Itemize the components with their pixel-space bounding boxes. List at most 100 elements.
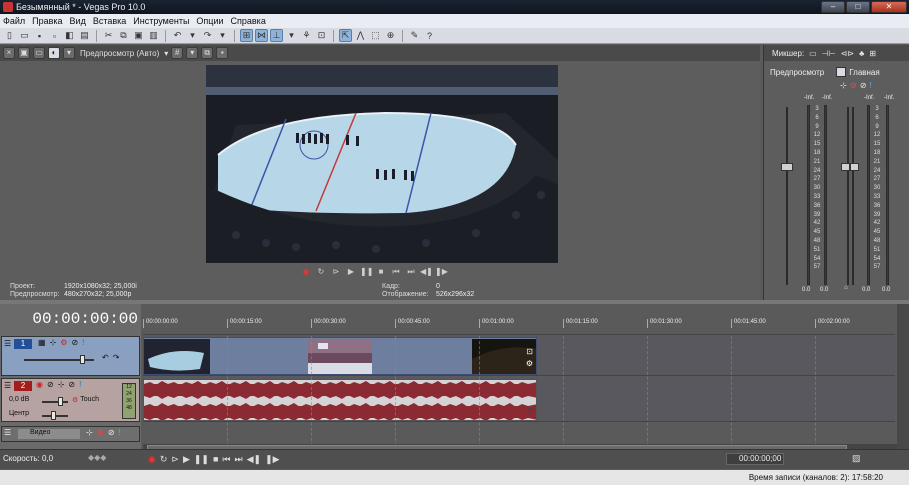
bottom-play-icon[interactable]: ▶ — [183, 454, 190, 465]
video-track-expand-icon[interactable]: ☰ — [4, 339, 11, 348]
bottom-loop-icon[interactable]: ↻ — [160, 454, 168, 465]
video-track-header[interactable]: ☰ 1 ▦ ⊹ ⚙ ⊘ ! ↶ ↷ — [1, 336, 140, 376]
video-track-lane[interactable]: ⊡ ⚙ — [143, 336, 895, 376]
timeline-ruler[interactable]: 00:00:00:00 00:00:15:00 00:00:30:00 00:0… — [143, 319, 895, 335]
play-from-start-icon[interactable]: ⊳ — [330, 266, 342, 277]
video-track-automation-icon[interactable]: ⚙ — [60, 338, 67, 347]
overlays-dropdown-icon[interactable]: ▾ — [186, 47, 199, 59]
menu-help[interactable]: Справка — [231, 16, 266, 26]
vertical-scrollbar[interactable] — [897, 304, 909, 469]
master-fx-icon[interactable]: ⊹ — [840, 81, 847, 90]
go-to-end-icon[interactable]: ⏭ — [405, 266, 417, 277]
selection-edit-tool-icon[interactable]: ⬚ — [369, 29, 382, 42]
online-icon[interactable]: ✎ — [408, 29, 421, 42]
bottom-next-frame-icon[interactable]: ❚▶ — [265, 454, 279, 465]
master-mute-icon[interactable]: ⊘ — [860, 81, 867, 90]
delete-icon[interactable]: ▥ — [147, 29, 160, 42]
bus-mute-icon[interactable]: ⊘ — [108, 428, 115, 437]
pan-crop-icon[interactable]: ⊡ — [526, 347, 533, 356]
properties-icon[interactable]: ▤ — [78, 29, 91, 42]
external-monitor-icon[interactable]: ▭ — [33, 47, 45, 59]
composite-child-icon[interactable]: ↷ — [113, 353, 120, 362]
audio-clip-fx-icon[interactable]: ⚙ — [526, 406, 533, 415]
normal-edit-tool-icon[interactable]: ⇱ — [339, 29, 352, 42]
open-folder-icon[interactable]: ▭ — [18, 29, 31, 42]
split-screen-icon[interactable]: ◐ — [48, 47, 60, 59]
close-button[interactable]: ✕ — [871, 1, 907, 13]
mixer-expand-icon[interactable]: ⊞ — [869, 49, 876, 58]
undo-dropdown-icon[interactable]: ▾ — [186, 29, 199, 42]
save-as-icon[interactable]: ▫ — [48, 29, 61, 42]
copy-icon[interactable]: ⧉ — [117, 29, 130, 42]
bottom-play-from-start-icon[interactable]: ⊳ — [171, 454, 179, 465]
menu-tools[interactable]: Инструменты — [133, 16, 189, 26]
record-icon[interactable]: ◉ — [300, 266, 312, 277]
preview-close-icon[interactable]: × — [3, 47, 15, 59]
stop-icon[interactable]: ■ — [375, 266, 387, 277]
master-fader-right[interactable] — [850, 163, 859, 171]
pause-icon[interactable]: ❚❚ — [360, 266, 373, 277]
automation-mode-value[interactable]: Touch — [80, 396, 99, 406]
envelope-edit-tool-icon[interactable]: ⋀ — [354, 29, 367, 42]
bottom-previous-frame-icon[interactable]: ◀❚ — [247, 454, 261, 465]
save-snapshot-icon[interactable]: ▪ — [216, 47, 229, 59]
play-icon[interactable]: ▶ — [345, 266, 357, 277]
video-track-mute-icon[interactable]: ⊘ — [71, 338, 78, 347]
bottom-record-icon[interactable]: ◉ — [148, 454, 156, 465]
audio-clip[interactable]: ⚙ — [143, 379, 537, 421]
master-lock-icon[interactable]: ⌂ — [844, 285, 848, 291]
preview-fader[interactable] — [781, 163, 793, 171]
bottom-pause-icon[interactable]: ❚❚ — [194, 454, 209, 465]
crossfade-icon[interactable]: ⊥ — [270, 29, 283, 42]
master-fader-left[interactable] — [841, 163, 850, 171]
arm-for-record-icon[interactable]: ◉ — [36, 380, 43, 389]
audio-track-solo-icon[interactable]: ! — [79, 380, 81, 389]
bus-expand-icon[interactable]: ☰ — [4, 428, 11, 437]
audio-track-header[interactable]: ☰ 2 ◉ ⊘ ⊹ ⊘ ! 0,0 dB ⚙ Touch Центр 12 24 — [1, 378, 140, 422]
redo-dropdown-icon[interactable]: ▾ — [216, 29, 229, 42]
zoom-tool-icon[interactable]: ⊕ — [384, 29, 397, 42]
master-solo-icon[interactable]: ! — [870, 81, 872, 90]
volume-slider[interactable] — [42, 401, 68, 403]
video-track-motion-icon[interactable]: ▦ — [38, 338, 46, 347]
maximize-button[interactable]: □ — [846, 1, 870, 13]
video-track-solo-icon[interactable]: ! — [82, 338, 84, 347]
auto-ripple-icon[interactable]: ⋈ — [255, 29, 268, 42]
next-frame-icon[interactable]: ❚▶ — [435, 266, 448, 277]
menu-view[interactable]: Вид — [70, 16, 86, 26]
bus-fx-icon[interactable]: ⊹ — [86, 428, 93, 437]
paste-icon[interactable]: ▣ — [132, 29, 145, 42]
bottom-stop-icon[interactable]: ■ — [213, 454, 218, 465]
audio-track-lane[interactable]: ⚙ — [143, 378, 895, 422]
automation-mode-icon[interactable]: ⚙ — [72, 396, 78, 406]
crossfade-dropdown-icon[interactable]: ▾ — [285, 29, 298, 42]
video-fx-icon[interactable]: ▣ — [18, 47, 30, 59]
menu-insert[interactable]: Вставка — [93, 16, 126, 26]
mixer-tab-preview[interactable]: Предпросмотр — [770, 68, 824, 77]
mixer-menu-icon[interactable]: ▭ — [809, 49, 817, 58]
help-pointer-icon[interactable]: ? — [423, 29, 436, 42]
minimize-button[interactable]: – — [821, 1, 845, 13]
preview-quality-select[interactable]: Предпросмотр (Авто) — [80, 49, 159, 58]
rate-slider-icon[interactable]: ◆◆◆ — [88, 453, 106, 462]
video-track-fx-icon[interactable]: ⊹ — [50, 338, 57, 347]
volume-knob[interactable] — [58, 397, 63, 406]
bus-solo-icon[interactable]: ! — [119, 428, 121, 437]
preview-quality-dropdown-icon[interactable]: ▾ — [164, 49, 168, 58]
undo-icon[interactable]: ↶ — [171, 29, 184, 42]
go-to-start-icon[interactable]: ⏮ — [390, 266, 402, 277]
redo-icon[interactable]: ↷ — [201, 29, 214, 42]
invert-phase-icon[interactable]: ⊘ — [47, 380, 54, 389]
render-icon[interactable]: ◧ — [63, 29, 76, 42]
ignore-grouping-icon[interactable]: ⊡ — [315, 29, 328, 42]
selection-icon[interactable]: ▨ — [852, 453, 861, 464]
cut-icon[interactable]: ✂ — [102, 29, 115, 42]
lock-envelopes-icon[interactable]: ⚘ — [300, 29, 313, 42]
audio-track-fx-icon[interactable]: ⊹ — [58, 380, 65, 389]
new-file-icon[interactable]: ▯ — [3, 29, 16, 42]
snap-icon[interactable]: ⊞ — [240, 29, 253, 42]
video-bus-track-header[interactable]: ☰ Видео ⊹ ⚙ ⊘ ! — [1, 426, 140, 442]
video-clip[interactable]: ⊡ ⚙ — [143, 337, 537, 375]
menu-options[interactable]: Опции — [196, 16, 223, 26]
bottom-go-to-start-icon[interactable]: ⏮ — [222, 454, 230, 465]
